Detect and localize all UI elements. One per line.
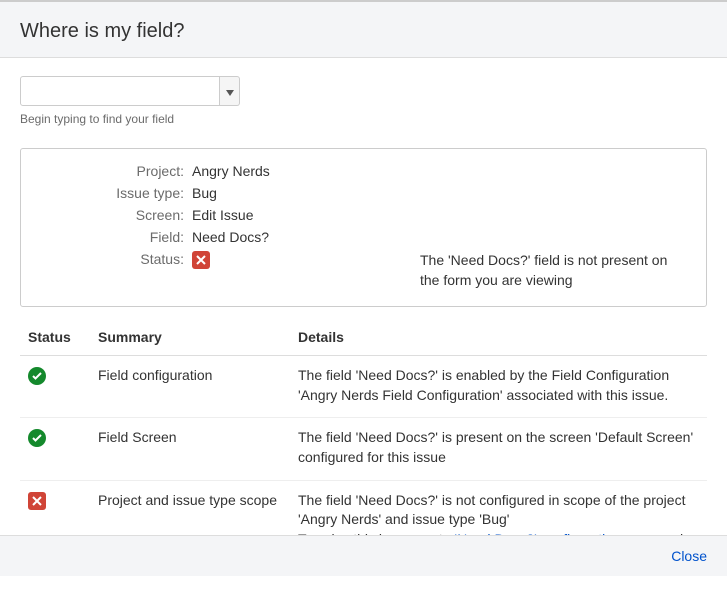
row-details: The field 'Need Docs?' is present on the… [290,418,707,480]
dialog-title: Where is my field? [20,20,707,43]
close-button[interactable]: Close [671,548,707,564]
check-error-icon [28,492,46,510]
check-ok-icon [28,367,46,385]
issue-type-value: Bug [192,185,217,201]
issue-type-label: Issue type: [37,185,192,201]
col-header-summary: Summary [90,321,290,356]
chevron-down-icon [226,84,234,99]
table-row: Field Screen The field 'Need Docs?' is p… [20,418,707,480]
dialog-footer: Close [0,535,727,576]
screen-label: Screen: [37,207,192,223]
row-summary: Field configuration [90,356,290,418]
field-label: Field: [37,229,192,245]
where-is-my-field-dialog: Where is my field? Begin typing to find … [0,2,727,589]
field-dropdown-toggle[interactable] [220,76,240,106]
table-row: Field configuration The field 'Need Docs… [20,356,707,418]
field-search-input[interactable] [20,76,220,106]
col-header-details: Details [290,321,707,356]
project-label: Project: [37,163,192,179]
status-label: Status: [37,251,192,290]
row-summary: Field Screen [90,418,290,480]
status-message: The 'Need Docs?' field is not present on… [420,251,690,290]
field-value: Need Docs? [192,229,269,245]
dialog-body: Begin typing to find your field Project:… [0,58,727,589]
project-value: Angry Nerds [192,163,270,179]
status-error-icon [192,251,210,269]
field-selector [20,76,707,106]
check-ok-icon [28,429,46,447]
summary-panel: Project: Angry Nerds Issue type: Bug Scr… [20,148,707,307]
field-search-hint: Begin typing to find your field [20,112,707,126]
screen-value: Edit Issue [192,207,253,223]
col-header-status: Status [20,321,90,356]
row-details: The field 'Need Docs?' is enabled by the… [290,356,707,418]
status-value [192,251,210,290]
dialog-header: Where is my field? [0,2,727,58]
